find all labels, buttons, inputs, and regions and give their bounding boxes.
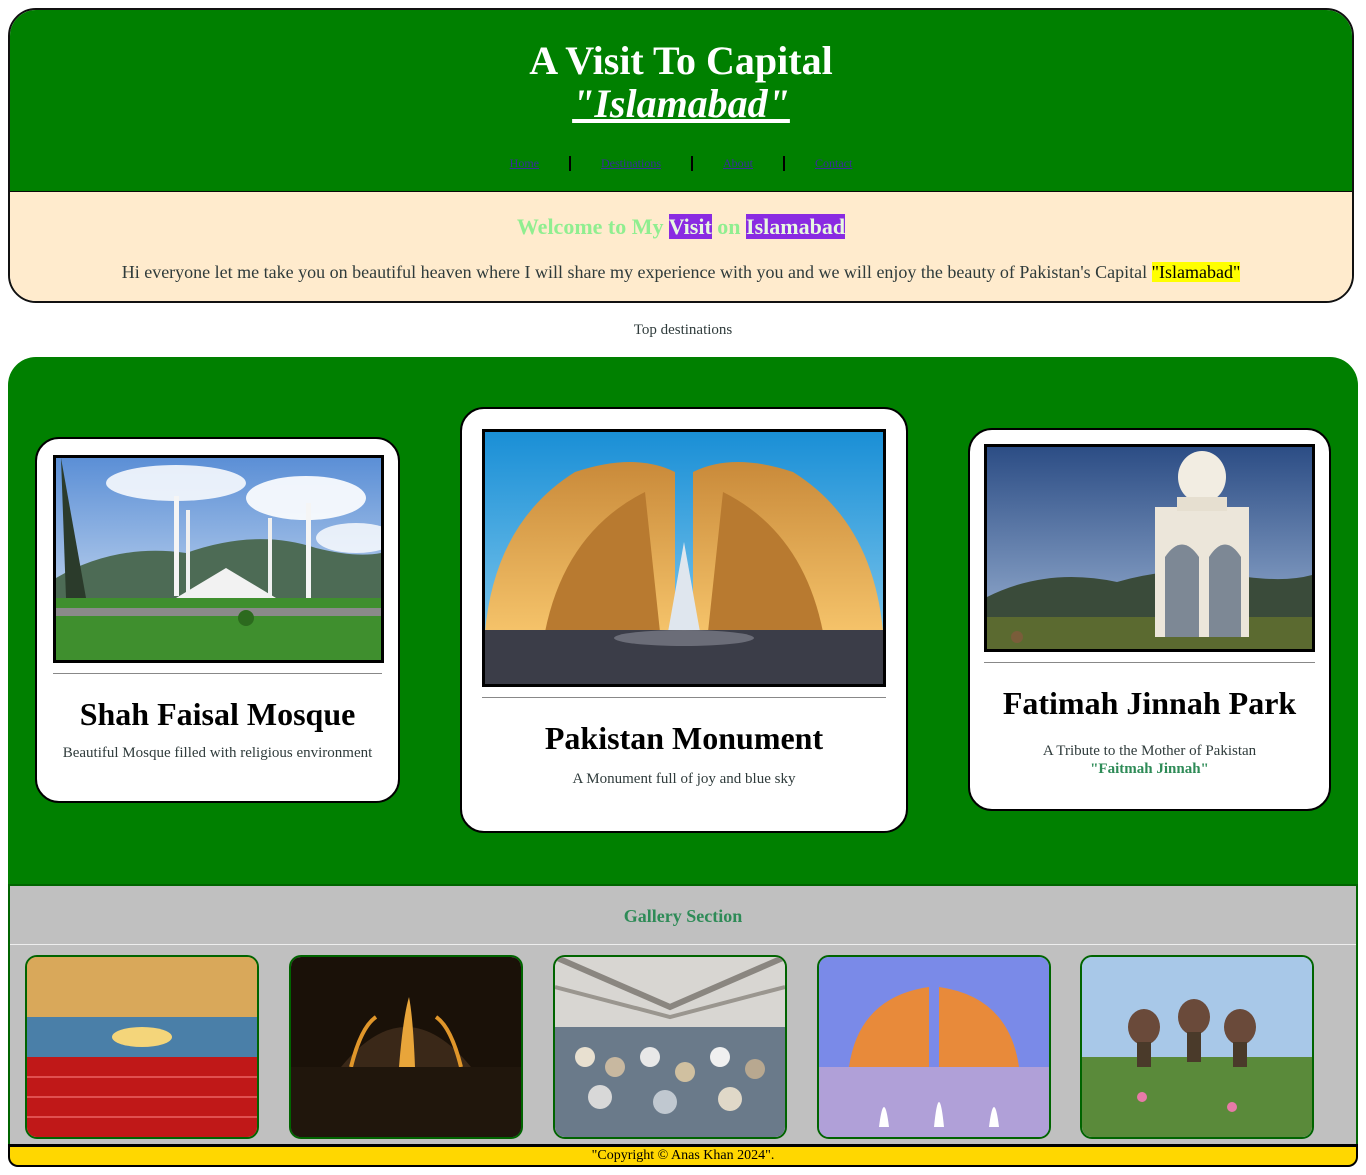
- intro-section: Welcome to My Visit on Islamabad Hi ever…: [10, 192, 1352, 301]
- pakistan-monument-image: [482, 429, 886, 687]
- site-title: A Visit To Capital "Islamabad": [10, 10, 1352, 126]
- card-description: A Monument full of joy and blue sky: [572, 771, 796, 787]
- card-divider: [984, 662, 1315, 663]
- card-emphasis: "Faitmah Jinnah": [1090, 761, 1209, 777]
- main-nav: Home Destinations About Contact: [10, 156, 1352, 171]
- site-title-text: A Visit To Capital: [529, 38, 833, 83]
- monument-fountain-image[interactable]: [817, 955, 1051, 1139]
- intro-text: Hi everyone let me take you on beautiful…: [121, 262, 1148, 282]
- gallery-title: Gallery Section: [10, 884, 1356, 945]
- welcome-heading: Welcome to My Visit on Islamabad: [10, 192, 1352, 240]
- destinations-section: Shah Faisal Mosque Beautiful Mosque fill…: [8, 357, 1358, 885]
- intro-highlight: "Islamabad": [1151, 262, 1241, 282]
- gallery-section: Gallery Section: [8, 884, 1358, 1144]
- card-divider: [482, 697, 886, 698]
- welcome-highlight-islamabad: Islamabad: [746, 214, 846, 239]
- intro-paragraph: Hi everyone let me take you on beautiful…: [10, 262, 1352, 283]
- header-section: A Visit To Capital "Islamabad" Home Dest…: [8, 8, 1354, 303]
- card-title: Shah Faisal Mosque: [79, 696, 356, 732]
- card-description: Beautiful Mosque filled with religious e…: [62, 745, 373, 761]
- nav-home[interactable]: Home: [480, 156, 569, 171]
- card-divider: [53, 673, 382, 674]
- nav-destinations[interactable]: Destinations: [571, 156, 691, 171]
- park-domes-image[interactable]: [1080, 955, 1314, 1139]
- destination-card-pakistan-monument[interactable]: Pakistan Monument A Monument full of joy…: [460, 407, 908, 833]
- faisal-mosque-image: [53, 455, 384, 663]
- welcome-mid: on: [717, 214, 741, 239]
- fatimah-jinnah-park-image: [984, 444, 1315, 652]
- nav-about[interactable]: About: [693, 156, 783, 171]
- monument-night-image[interactable]: [289, 955, 523, 1139]
- card-title: Fatimah Jinnah Park: [1002, 685, 1297, 721]
- card-description-text: A Tribute to the Mother of Pakistan: [1042, 743, 1257, 759]
- top-destinations-label: Top destinations: [633, 322, 733, 338]
- destination-card-faisal-mosque[interactable]: Shah Faisal Mosque Beautiful Mosque fill…: [35, 437, 400, 803]
- banner: A Visit To Capital "Islamabad" Home Dest…: [10, 10, 1352, 192]
- nav-contact[interactable]: Contact: [785, 156, 882, 171]
- site-subtitle: "Islamabad": [572, 81, 790, 126]
- footer: "Copyright © Anas Khan 2024".: [8, 1144, 1358, 1167]
- mosque-interior-image[interactable]: [25, 955, 259, 1139]
- card-description: A Tribute to the Mother of Pakistan "Fai…: [970, 742, 1329, 778]
- destination-card-fatimah-jinnah-park[interactable]: Fatimah Jinnah Park A Tribute to the Mot…: [968, 428, 1331, 811]
- prayer-hall-image[interactable]: [553, 955, 787, 1139]
- welcome-highlight-visit: Visit: [668, 214, 712, 239]
- card-title: Pakistan Monument: [544, 720, 824, 756]
- welcome-prefix: Welcome to My: [516, 214, 664, 239]
